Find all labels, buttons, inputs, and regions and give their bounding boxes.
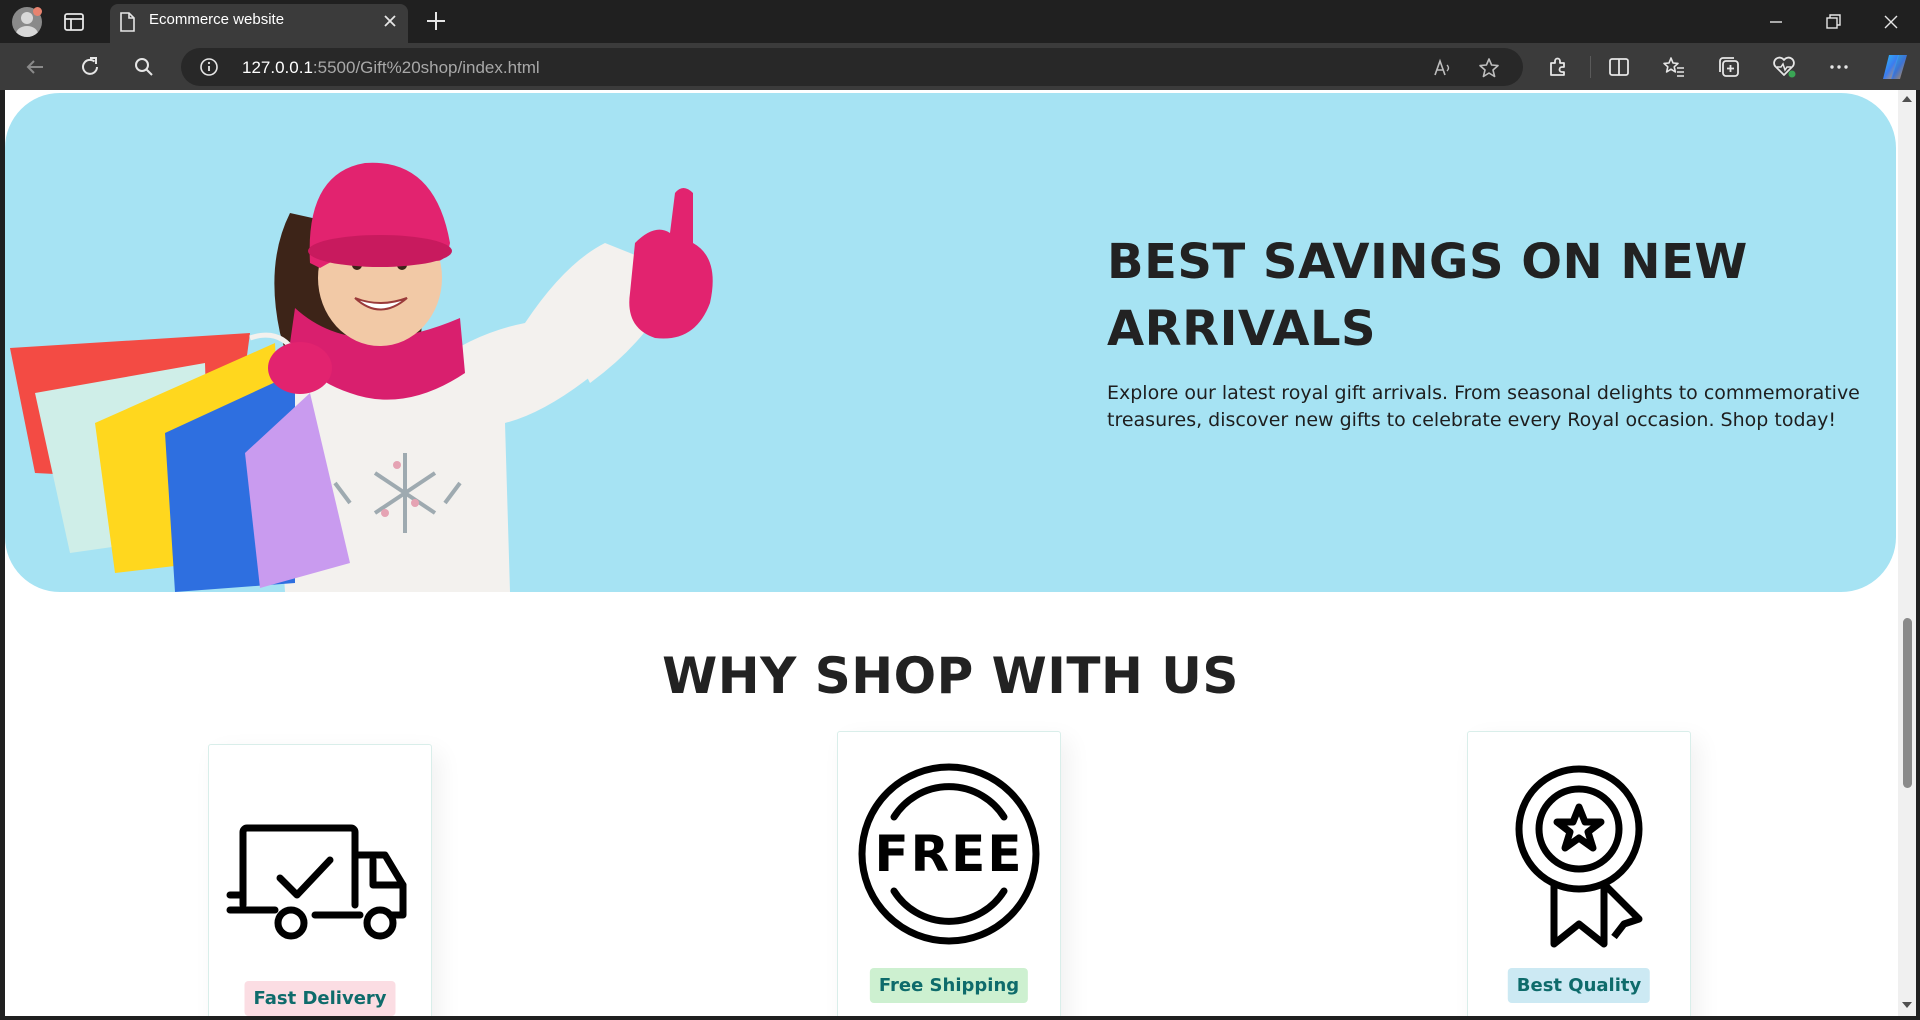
page-scrollbar[interactable] (1898, 90, 1916, 1016)
page-viewport: BEST SAVINGS ON NEW ARRIVALS Explore our… (5, 90, 1898, 1016)
browser-toolbar: 127.0.0.1:5500/Gift%20shop/index.html (0, 43, 1920, 90)
svg-text:FREE: FREE (875, 825, 1024, 883)
close-tab-icon[interactable] (380, 11, 400, 31)
best-quality-badge: Best Quality (1507, 968, 1651, 1003)
page-icon (120, 12, 135, 32)
toolbar-separator (1590, 56, 1591, 78)
url-text: 127.0.0.1:5500/Gift%20shop/index.html (242, 58, 540, 78)
free-circle-icon: FREE (858, 763, 1040, 945)
scrollbar-thumb[interactable] (1903, 618, 1912, 788)
restore-icon[interactable] (1819, 8, 1847, 36)
favorites-icon[interactable] (1660, 53, 1688, 81)
tab-actions-icon[interactable] (62, 10, 86, 34)
collections-icon[interactable] (1715, 53, 1743, 81)
girl-shopping-bags-image (10, 162, 713, 592)
extensions-icon[interactable] (1544, 53, 1572, 81)
feature-card-free-shipping: FREE Free Shipping (837, 731, 1061, 1016)
browser-titlebar: Ecommerce website (0, 0, 1920, 43)
feature-card-best-quality: Best Quality (1467, 731, 1691, 1016)
delivery-truck-icon (226, 824, 407, 940)
minimize-icon[interactable] (1762, 8, 1790, 36)
read-aloud-icon[interactable] (1431, 56, 1455, 80)
search-icon[interactable] (130, 53, 158, 81)
refresh-icon[interactable] (76, 53, 104, 81)
hero-description: Explore our latest royal gift arrivals. … (1107, 382, 1860, 431)
tab-title: Ecommerce website (149, 11, 285, 28)
split-screen-icon[interactable] (1605, 53, 1633, 81)
scroll-up-arrow[interactable] (1902, 96, 1912, 102)
why-shop-title: WHY SHOP WITH US (662, 647, 1239, 705)
scroll-down-arrow[interactable] (1902, 1002, 1912, 1008)
profile-status-dot (33, 7, 42, 16)
quality-award-icon (1515, 765, 1643, 948)
feature-card-fast-delivery: Fast Delivery (208, 744, 432, 1016)
url-path: :5500/Gift%20shop/index.html (312, 58, 540, 77)
favorite-star-icon[interactable] (1477, 56, 1501, 80)
back-arrow-icon[interactable] (21, 53, 49, 81)
hero-banner: BEST SAVINGS ON NEW ARRIVALS Explore our… (5, 93, 1896, 592)
fast-delivery-badge: Fast Delivery (244, 981, 396, 1016)
more-options-icon[interactable] (1825, 53, 1853, 81)
close-window-icon[interactable] (1877, 8, 1905, 36)
new-tab-icon[interactable] (423, 8, 449, 34)
copilot-icon[interactable] (1879, 51, 1911, 83)
browser-essentials-icon[interactable] (1770, 53, 1798, 81)
address-bar[interactable]: 127.0.0.1:5500/Gift%20shop/index.html (181, 48, 1523, 86)
free-shipping-badge: Free Shipping (869, 968, 1029, 1003)
site-info-icon[interactable] (199, 57, 219, 77)
url-host: 127.0.0.1 (242, 58, 313, 77)
hero-title: BEST SAVINGS ON NEW ARRIVALS (1107, 234, 1748, 357)
